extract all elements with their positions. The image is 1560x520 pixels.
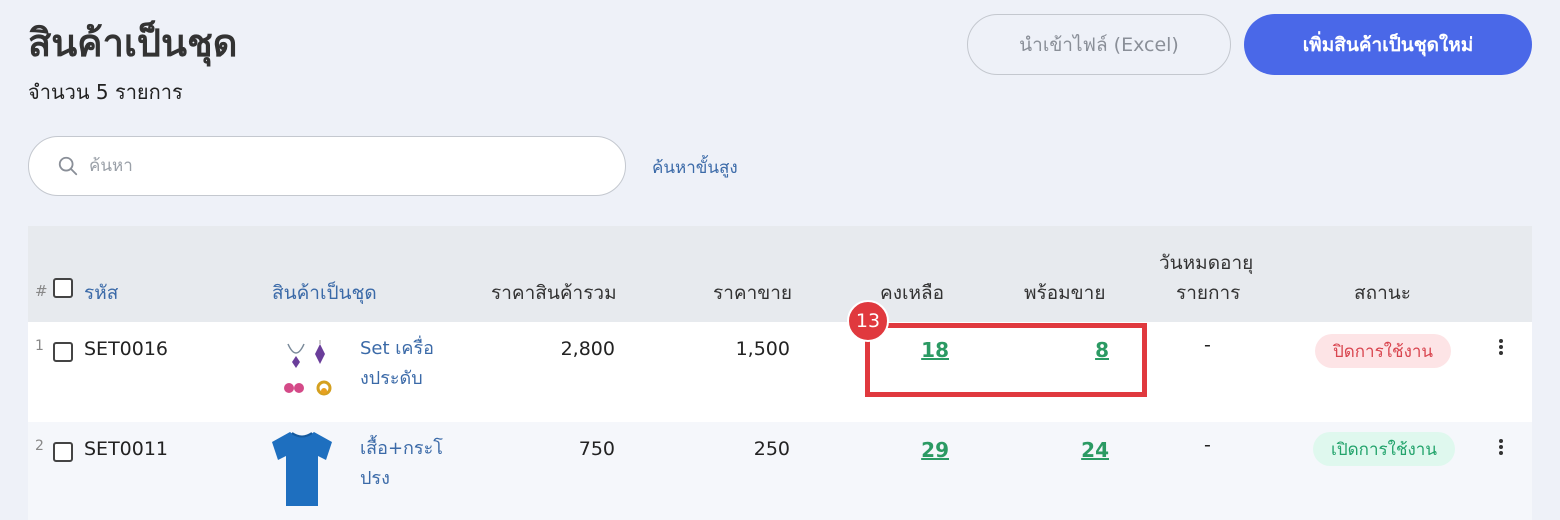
row-number: 2 bbox=[35, 438, 44, 454]
column-ready: พร้อมขาย bbox=[1024, 282, 1106, 304]
row-total-price: 750 bbox=[578, 438, 615, 460]
bundle-table: # รหัส สินค้าเป็นชุด ราคาสินค้ารวม ราคาข… bbox=[28, 226, 1532, 520]
column-sell-price: ราคาขาย bbox=[713, 282, 793, 304]
more-options-icon[interactable] bbox=[1498, 339, 1504, 357]
row-expiry: - bbox=[1204, 334, 1211, 356]
row-number: 1 bbox=[35, 338, 44, 354]
row-sell-price: 250 bbox=[753, 438, 790, 460]
row-remaining-link[interactable]: 29 bbox=[899, 438, 949, 462]
column-hash: # bbox=[35, 282, 48, 300]
row-checkbox[interactable] bbox=[53, 442, 73, 462]
tshirt-icon bbox=[272, 432, 332, 506]
product-name-line1: เสื้อ+กระโ bbox=[360, 438, 443, 459]
row-total-price: 2,800 bbox=[560, 338, 615, 360]
import-excel-button[interactable]: นำเข้าไฟล์ (Excel) bbox=[967, 14, 1231, 75]
status-badge: ปิดการใช้งาน bbox=[1315, 334, 1451, 368]
row-checkbox[interactable] bbox=[53, 342, 73, 362]
row-sell-price: 1,500 bbox=[735, 338, 790, 360]
column-product[interactable]: สินค้าเป็นชุด bbox=[272, 278, 377, 308]
page-title: สินค้าเป็นชุด bbox=[28, 21, 238, 65]
column-status: สถานะ bbox=[1354, 282, 1411, 304]
highlight-box bbox=[865, 323, 1147, 397]
product-name-line2: งประดับ bbox=[360, 368, 423, 389]
more-options-icon[interactable] bbox=[1498, 439, 1504, 457]
status-badge: เปิดการใช้งาน bbox=[1313, 432, 1455, 466]
product-name-line2: ปรง bbox=[360, 468, 390, 489]
row-product-name[interactable]: เสื้อ+กระโ ปรง bbox=[360, 434, 444, 494]
select-all-checkbox[interactable] bbox=[53, 278, 73, 298]
column-total-price: ราคาสินค้ารวม bbox=[491, 282, 617, 304]
row-code: SET0016 bbox=[84, 338, 169, 360]
row-ready-link[interactable]: 24 bbox=[1059, 438, 1109, 462]
jewelry-icon bbox=[284, 340, 332, 396]
column-remaining: คงเหลือ bbox=[880, 282, 945, 304]
row-code: SET0011 bbox=[84, 438, 169, 460]
search-input[interactable] bbox=[89, 156, 569, 176]
advanced-search-link[interactable]: ค้นหาขั้นสูง bbox=[652, 154, 738, 181]
table-row[interactable]: 2 SET0011 เสื้อ+กระโ ปรง 750 250 29 24 -… bbox=[28, 422, 1532, 520]
row-expiry: - bbox=[1204, 434, 1211, 456]
column-code[interactable]: รหัส bbox=[84, 278, 118, 308]
column-expiry: วันหมดอายุ bbox=[1159, 252, 1254, 274]
search-icon bbox=[58, 156, 78, 176]
step-number-badge: 13 bbox=[847, 300, 889, 342]
table-row[interactable]: 1 SET0016 Set เครื่อ งประดับ 2,800 1,500… bbox=[28, 322, 1532, 422]
search-box[interactable] bbox=[28, 136, 626, 196]
column-expiry-line2: รายการ bbox=[1176, 282, 1241, 304]
table-header: # รหัส สินค้าเป็นชุด ราคาสินค้ารวม ราคาข… bbox=[28, 226, 1532, 322]
item-count: จำนวน 5 รายการ bbox=[28, 80, 183, 104]
row-product-name[interactable]: Set เครื่อ งประดับ bbox=[360, 334, 444, 394]
product-name-line1: Set เครื่อ bbox=[360, 338, 434, 359]
add-bundle-button[interactable]: เพิ่มสินค้าเป็นชุดใหม่ bbox=[1244, 14, 1532, 75]
